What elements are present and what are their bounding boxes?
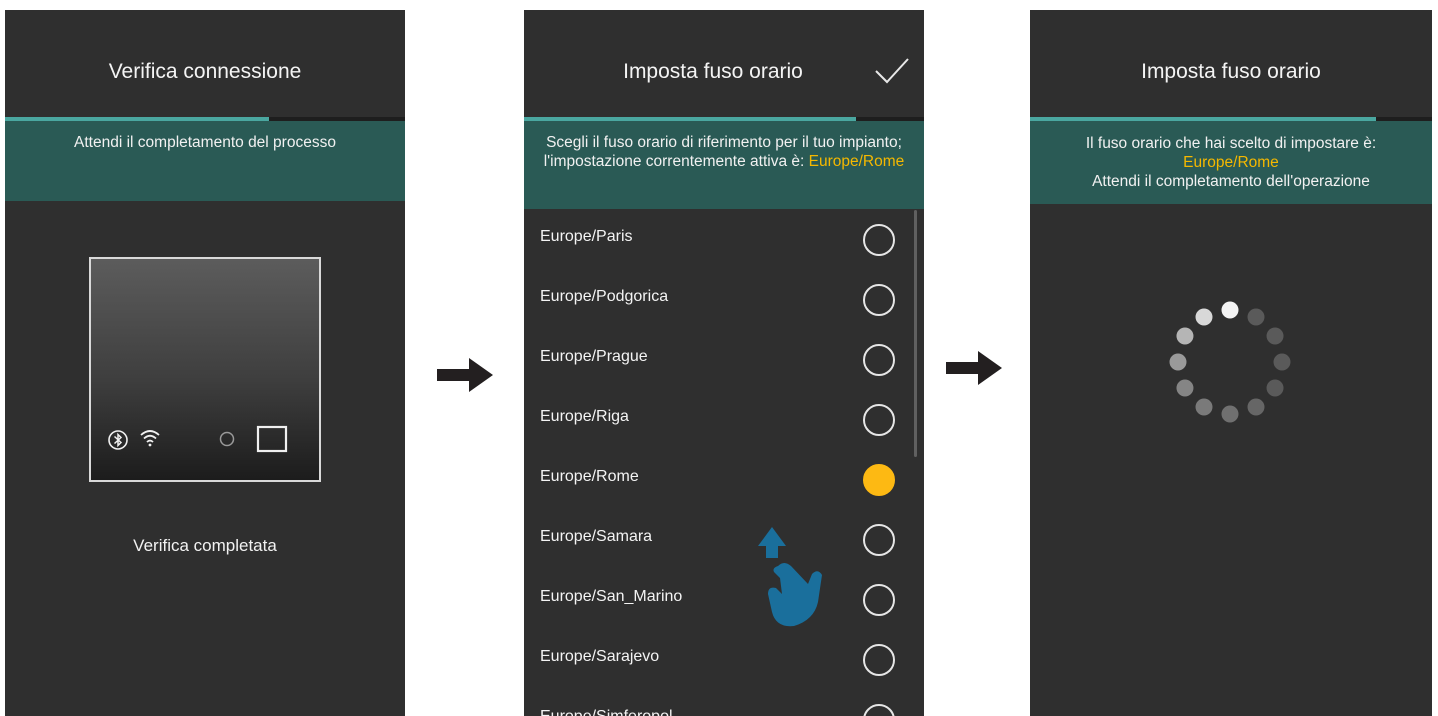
current-timezone: Europe/Rome bbox=[808, 153, 905, 170]
timezone-label: Europe/Samara bbox=[540, 528, 653, 545]
radio-button[interactable] bbox=[863, 524, 895, 556]
wifi-icon bbox=[140, 430, 160, 447]
radio-button[interactable] bbox=[863, 284, 895, 316]
list-item[interactable]: Europe/San_Marino bbox=[524, 569, 924, 629]
spinner-dot bbox=[1176, 327, 1194, 345]
banner-line: Il fuso orario che hai scelto di imposta… bbox=[1085, 135, 1377, 152]
bluetooth-icon bbox=[108, 430, 128, 450]
loading-spinner-icon bbox=[1169, 301, 1291, 423]
list-item[interactable]: Europe/Sarajevo bbox=[524, 629, 924, 689]
header: Imposta fuso orario bbox=[524, 10, 924, 117]
spinner-dot bbox=[1273, 353, 1291, 371]
list-item[interactable]: Europe/Prague bbox=[524, 329, 924, 389]
list-item[interactable]: Europe/Paris bbox=[524, 209, 924, 269]
list-item[interactable]: Europe/Rome bbox=[524, 449, 924, 509]
list-item[interactable]: Europe/Riga bbox=[524, 389, 924, 449]
swipe-up-hand-icon bbox=[758, 527, 822, 627]
header: Imposta fuso orario bbox=[1030, 10, 1432, 117]
radio-selected[interactable] bbox=[863, 464, 895, 496]
status-text: Verifica completata bbox=[133, 536, 277, 555]
square-button-icon bbox=[256, 425, 288, 453]
spinner-dot bbox=[1266, 379, 1284, 397]
spinner-dot bbox=[1195, 308, 1213, 326]
spinner-dot bbox=[1266, 327, 1284, 345]
info-banner: Scegli il fuso orario di riferimento per… bbox=[524, 121, 924, 209]
spinner-dot bbox=[1169, 353, 1187, 371]
timezone-label: Europe/Rome bbox=[540, 468, 639, 485]
timezone-label: Europe/Simferopol bbox=[540, 708, 673, 716]
timezone-label: Europe/San_Marino bbox=[540, 588, 683, 605]
led-dot-icon bbox=[219, 431, 235, 447]
info-banner: Il fuso orario che hai scelto di imposta… bbox=[1030, 121, 1432, 204]
spinner-dot bbox=[1221, 405, 1239, 423]
timezone-label: Europe/Paris bbox=[540, 228, 633, 245]
header: Verifica connessione bbox=[5, 10, 405, 117]
spinner-dot bbox=[1176, 379, 1194, 397]
timezone-label: Europe/Prague bbox=[540, 348, 648, 365]
screen-verify-connection: Verifica connessione Attendi il completa… bbox=[5, 10, 405, 716]
checkmark-icon[interactable] bbox=[874, 56, 910, 86]
radio-button[interactable] bbox=[863, 644, 895, 676]
radio-button[interactable] bbox=[863, 404, 895, 436]
timezone-list[interactable]: Europe/Paris Europe/Podgorica Europe/Pragu… bbox=[524, 209, 924, 716]
screen-applying-timezone: Imposta fuso orario Il fuso orario che h… bbox=[1030, 10, 1432, 716]
radio-button[interactable] bbox=[863, 704, 895, 716]
chosen-timezone: Europe/Rome bbox=[1183, 154, 1279, 171]
timezone-label: Europe/Sarajevo bbox=[540, 648, 660, 665]
screen-set-timezone: Imposta fuso orario Scegli il fuso orari… bbox=[524, 10, 924, 716]
radio-button[interactable] bbox=[863, 344, 895, 376]
device-illustration bbox=[89, 257, 321, 482]
page-title: Imposta fuso orario bbox=[1141, 60, 1321, 83]
spinner-dot bbox=[1195, 398, 1213, 416]
right-arrow-icon bbox=[437, 358, 493, 392]
spinner-dot bbox=[1247, 398, 1265, 416]
info-banner: Attendi il completamento del processo bbox=[5, 121, 405, 201]
scrollbar[interactable] bbox=[914, 210, 917, 457]
page-title: Imposta fuso orario bbox=[623, 60, 803, 83]
timezone-label: Europe/Riga bbox=[540, 408, 629, 425]
list-item[interactable]: Europe/Simferopol bbox=[524, 689, 924, 716]
right-arrow-icon bbox=[946, 351, 1002, 385]
banner-line: Attendi il completamento dell'operazione bbox=[1092, 173, 1370, 190]
radio-button[interactable] bbox=[863, 584, 895, 616]
list-item[interactable]: Europe/Podgorica bbox=[524, 269, 924, 329]
timezone-label: Europe/Podgorica bbox=[540, 288, 669, 305]
spinner-dot bbox=[1221, 301, 1239, 319]
list-item[interactable]: Europe/Samara bbox=[524, 509, 924, 569]
spinner-dot bbox=[1247, 308, 1265, 326]
page-title: Verifica connessione bbox=[108, 60, 302, 83]
radio-button[interactable] bbox=[863, 224, 895, 256]
